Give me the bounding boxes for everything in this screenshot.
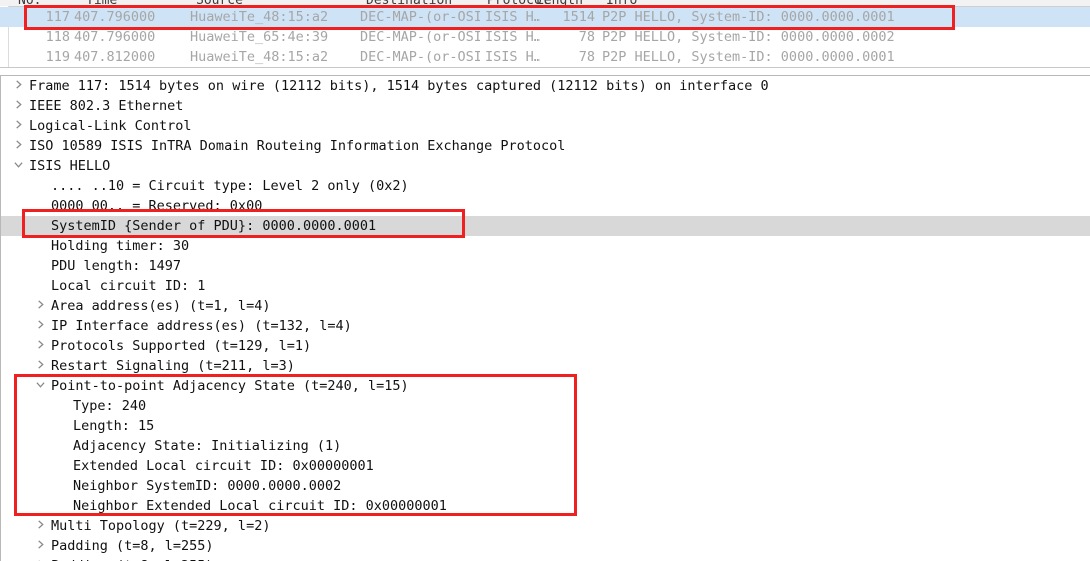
- packet-detail-row[interactable]: SystemID {Sender of PDU}: 0000.0000.0001: [1, 216, 1090, 236]
- packet-detail-row[interactable]: Length: 15: [1, 416, 1090, 436]
- packet-detail-label: ISO 10589 ISIS InTRA Domain Routeing Inf…: [29, 138, 566, 154]
- packet-detail-row[interactable]: Multi Topology (t=229, l=2): [1, 516, 1090, 536]
- chevron-right-icon[interactable]: [33, 356, 47, 376]
- packet-detail-row[interactable]: Restart Signaling (t=211, l=3): [1, 356, 1090, 376]
- packet-detail-label: .... ..10 = Circuit type: Level 2 only (…: [51, 178, 409, 194]
- packet-detail-label: ISIS HELLO: [29, 158, 111, 174]
- packet-detail-label: IEEE 802.3 Ethernet: [29, 98, 184, 114]
- packet-detail-row[interactable]: .... ..10 = Circuit type: Level 2 only (…: [1, 176, 1090, 196]
- packet-cell-length: 78: [578, 29, 595, 45]
- packet-detail-row[interactable]: ISIS HELLO: [1, 156, 1090, 176]
- packet-cell-destination: DEC-MAP-(or-OSI?)-I…: [360, 29, 480, 45]
- packet-detail-row[interactable]: Logical-Link Control: [1, 116, 1090, 136]
- packet-detail-label: Multi Topology (t=229, l=2): [51, 518, 271, 534]
- packet-detail-label: Length: 15: [73, 418, 155, 434]
- packet-detail-row[interactable]: ISO 10589 ISIS InTRA Domain Routeing Inf…: [1, 136, 1090, 156]
- packet-cell-no: 118: [45, 29, 70, 45]
- packet-detail-row[interactable]: Extended Local circuit ID: 0x00000001: [1, 456, 1090, 476]
- packet-cell-no: 117: [45, 9, 70, 25]
- packet-detail-row[interactable]: Padding (t=8, l=255): [1, 536, 1090, 556]
- packet-list-pane[interactable]: No.TimeSourceDestinationProtocolLengthIn…: [0, 0, 1090, 68]
- column-header-info[interactable]: Info: [606, 0, 637, 6]
- chevron-right-icon[interactable]: [11, 96, 25, 116]
- packet-detail-row[interactable]: IEEE 802.3 Ethernet: [1, 96, 1090, 116]
- packet-detail-label: Extended Local circuit ID: 0x00000001: [73, 458, 374, 474]
- packet-cell-length: 1514: [562, 9, 595, 25]
- packet-detail-label: Neighbor Extended Local circuit ID: 0x00…: [73, 498, 447, 514]
- packet-detail-label: Holding timer: 30: [51, 238, 190, 254]
- packet-cell-protocol: ISIS H…: [485, 49, 540, 65]
- packet-cell-source: HuaweiTe_48:15:a2: [190, 49, 329, 65]
- column-header-time[interactable]: Time: [86, 0, 117, 6]
- packet-cell-protocol: ISIS H…: [485, 29, 540, 45]
- packet-cell-time: 407.796000: [74, 9, 156, 25]
- packet-detail-label: Frame 117: 1514 bytes on wire (12112 bit…: [29, 78, 769, 94]
- packet-cell-destination: DEC-MAP-(or-OSI?)-I…: [360, 9, 480, 25]
- chevron-down-icon[interactable]: [11, 156, 25, 176]
- chevron-down-icon[interactable]: [33, 376, 47, 396]
- packet-cell-time: 407.812000: [74, 49, 156, 65]
- packet-detail-label: IP Interface address(es) (t=132, l=4): [51, 318, 352, 334]
- packet-list-row[interactable]: 117 407.796000 HuaweiTe_48:15:a2 DEC-MAP-(o…: [0, 7, 1090, 27]
- packet-list-row[interactable]: 118 407.796000 HuaweiTe_65:4e:39 DEC-MAP-(o…: [0, 27, 1090, 47]
- packet-cell-info: P2P HELLO, System-ID: 0000.0000.0001: [602, 49, 895, 65]
- chevron-right-icon[interactable]: [33, 536, 47, 556]
- packet-detail-label: Adjacency State: Initializing (1): [73, 438, 342, 454]
- column-header-length[interactable]: Length: [536, 0, 583, 6]
- packet-detail-row[interactable]: Type: 240: [1, 396, 1090, 416]
- packet-detail-row[interactable]: IP Interface address(es) (t=132, l=4): [1, 316, 1090, 336]
- packet-detail-row[interactable]: Neighbor SystemID: 0000.0000.0002: [1, 476, 1090, 496]
- packet-detail-row[interactable]: Frame 117: 1514 bytes on wire (12112 bit…: [1, 76, 1090, 96]
- packet-detail-label: Type: 240: [73, 398, 147, 414]
- packet-detail-label: Padding (t=8, l=255): [51, 556, 214, 561]
- packet-detail-label: PDU length: 1497: [51, 258, 182, 274]
- chevron-right-icon[interactable]: [11, 116, 25, 136]
- packet-cell-info: P2P HELLO, System-ID: 0000.0000.0001: [602, 9, 895, 25]
- packet-detail-pane[interactable]: Frame 117: 1514 bytes on wire (12112 bit…: [0, 75, 1090, 561]
- chevron-right-icon[interactable]: [33, 336, 47, 356]
- packet-detail-label: Neighbor SystemID: 0000.0000.0002: [73, 478, 342, 494]
- packet-detail-row[interactable]: Area address(es) (t=1, l=4): [1, 296, 1090, 316]
- packet-cell-length: 78: [578, 49, 595, 65]
- packet-cell-source: HuaweiTe_48:15:a2: [190, 9, 329, 25]
- packet-detail-label: Local circuit ID: 1: [51, 278, 206, 294]
- packet-detail-label: Restart Signaling (t=211, l=3): [51, 358, 295, 374]
- packet-cell-time: 407.796000: [74, 29, 156, 45]
- packet-detail-row[interactable]: 0000 00.. = Reserved: 0x00: [1, 196, 1090, 216]
- chevron-right-icon[interactable]: [33, 556, 47, 561]
- packet-detail-label: 0000 00.. = Reserved: 0x00: [51, 198, 263, 214]
- chevron-right-icon[interactable]: [11, 136, 25, 156]
- column-header-no[interactable]: No.: [18, 0, 41, 6]
- packet-list-row[interactable]: 119 407.812000 HuaweiTe_48:15:a2 DEC-MAP-(o…: [0, 47, 1090, 67]
- packet-detail-row[interactable]: Padding (t=8, l=255): [1, 556, 1090, 561]
- column-header-source[interactable]: Source: [196, 0, 243, 6]
- packet-cell-protocol: ISIS H…: [485, 9, 540, 25]
- chevron-right-icon[interactable]: [33, 316, 47, 336]
- packet-detail-row[interactable]: Neighbor Extended Local circuit ID: 0x00…: [1, 496, 1090, 516]
- packet-detail-row[interactable]: Holding timer: 30: [1, 236, 1090, 256]
- packet-detail-label: Point-to-point Adjacency State (t=240, l…: [51, 378, 409, 394]
- chevron-right-icon[interactable]: [33, 296, 47, 316]
- packet-detail-row[interactable]: Protocols Supported (t=129, l=1): [1, 336, 1090, 356]
- packet-cell-destination: DEC-MAP-(or-OSI?)-I…: [360, 49, 480, 65]
- chevron-right-icon[interactable]: [33, 516, 47, 536]
- packet-cell-no: 119: [45, 49, 70, 65]
- packet-detail-row[interactable]: Local circuit ID: 1: [1, 276, 1090, 296]
- packet-detail-label: Area address(es) (t=1, l=4): [51, 298, 271, 314]
- packet-detail-row[interactable]: Adjacency State: Initializing (1): [1, 436, 1090, 456]
- pane-splitter[interactable]: [0, 68, 1090, 75]
- chevron-right-icon[interactable]: [11, 76, 25, 96]
- packet-detail-label: Protocols Supported (t=129, l=1): [51, 338, 312, 354]
- packet-detail-label: Logical-Link Control: [29, 118, 192, 134]
- packet-detail-label: SystemID {Sender of PDU}: 0000.0000.0001: [51, 218, 377, 234]
- packet-cell-info: P2P HELLO, System-ID: 0000.0000.0002: [602, 29, 895, 45]
- packet-detail-label: Padding (t=8, l=255): [51, 538, 214, 554]
- packet-detail-row[interactable]: Point-to-point Adjacency State (t=240, l…: [1, 376, 1090, 396]
- packet-list-column-header[interactable]: No.TimeSourceDestinationProtocolLengthIn…: [0, 0, 1090, 7]
- packet-cell-source: HuaweiTe_65:4e:39: [190, 29, 329, 45]
- packet-detail-row[interactable]: PDU length: 1497: [1, 256, 1090, 276]
- column-header-destination[interactable]: Destination: [366, 0, 452, 6]
